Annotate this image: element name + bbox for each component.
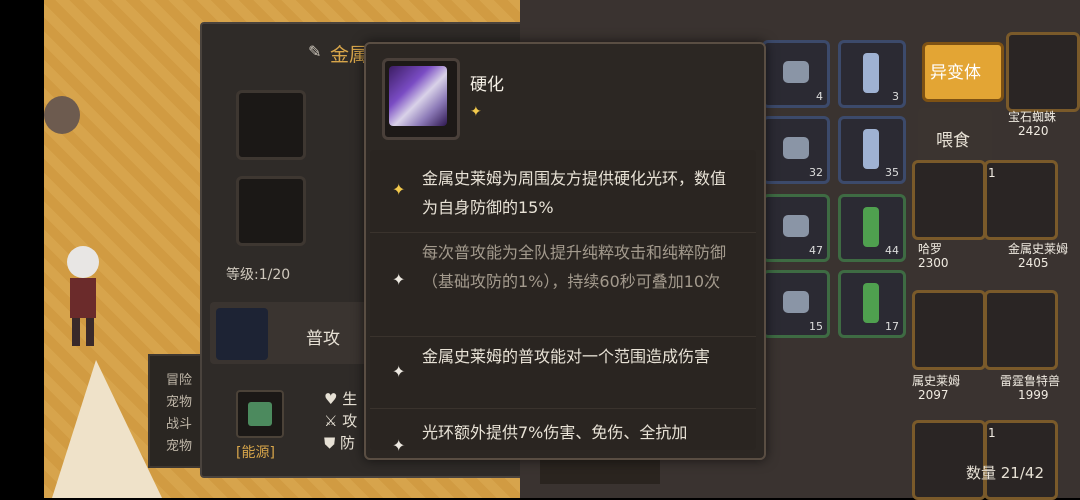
stat-atk: ⚔ 攻: [324, 410, 357, 432]
bottom-strip: [540, 458, 660, 484]
inventory-item[interactable]: 47: [762, 194, 830, 262]
shield-icon: ⛊: [324, 434, 336, 452]
screen-edge: [0, 0, 44, 498]
pet-card-power: 1999: [1018, 388, 1049, 402]
inventory-item[interactable]: 17: [838, 270, 906, 338]
pet-card[interactable]: [984, 290, 1058, 370]
gem-icon: [783, 61, 809, 83]
claw-icon: [216, 308, 268, 360]
inventory-item[interactable]: 15: [762, 270, 830, 338]
pet-card-name: 哈罗: [918, 242, 943, 256]
skill-line-text: 金属史莱姆的普攻能对一个范围造成伤害: [422, 347, 711, 366]
pet-card-power: 2097: [918, 388, 949, 402]
info-lines: 冒险 宠物 战斗 宠物: [166, 370, 192, 458]
stat-def: ⛊ 防: [324, 432, 357, 454]
item-count: 44: [885, 244, 899, 257]
gem-icon: [783, 291, 809, 313]
star-icon: ✦: [470, 104, 482, 120]
gem-icon: [783, 215, 809, 237]
skill-line-text: 金属史莱姆为周围友方提供硬化光环，数值为自身防御的15%: [422, 169, 727, 217]
pet-card-power: 2300: [918, 256, 949, 270]
skill-line-text: 光环额外提供7%伤害、免伤、全抗加: [422, 423, 688, 442]
potion-icon: [863, 283, 879, 323]
pet-card-level: 1: [988, 426, 996, 440]
pet-name: 金属: [330, 44, 369, 66]
gem-icon: [783, 137, 809, 159]
inventory-item[interactable]: 4: [762, 40, 830, 108]
pet-count: 数量 21/42: [966, 464, 1044, 482]
heart-icon: ♥: [324, 390, 338, 408]
stat-hp: ♥ 生: [324, 388, 357, 410]
item-count: 4: [816, 90, 823, 103]
item-count: 35: [885, 166, 899, 179]
inventory-item[interactable]: 32: [762, 116, 830, 184]
equipment-slot[interactable]: [236, 176, 306, 246]
pet-card[interactable]: [912, 290, 986, 370]
potion-icon: [863, 129, 879, 169]
pet-card-power: 2405: [1018, 256, 1049, 270]
stat-label: 攻: [342, 412, 358, 430]
inventory-item[interactable]: 44: [838, 194, 906, 262]
pet-card[interactable]: [912, 420, 986, 500]
energy-item-slot[interactable]: [236, 390, 284, 438]
sparkle-icon: ✦: [392, 270, 406, 289]
inventory-item[interactable]: 35: [838, 116, 906, 184]
pet-card-level: 1: [988, 166, 996, 180]
feed-label: 喂食: [936, 131, 970, 151]
info-line: 战斗: [166, 417, 193, 432]
attack-label: 普攻: [306, 329, 340, 349]
info-line: 宠物: [166, 439, 193, 454]
skill-title: 硬化: [470, 75, 504, 95]
mutate-label: 异变体: [930, 63, 981, 83]
sparkle-icon: ✦: [392, 180, 406, 199]
stat-label: 防: [340, 434, 356, 452]
pet-card-name: 金属史莱姆: [1008, 242, 1069, 256]
pet-card-name: 属史莱姆: [912, 374, 961, 388]
stat-label: 生: [342, 390, 358, 408]
item-count: 3: [892, 90, 899, 103]
item-count: 32: [809, 166, 823, 179]
sparkle-icon: ✦: [392, 436, 406, 455]
sparkle-icon: ✦: [392, 362, 406, 381]
equipment-slot[interactable]: [236, 90, 306, 160]
info-line: 冒险: [166, 373, 193, 388]
edit-name-icon[interactable]: ✎: [308, 42, 321, 61]
item-count: 15: [809, 320, 823, 333]
pet-card-name: 宝石蜘蛛: [1008, 110, 1057, 124]
pet-card[interactable]: [912, 160, 986, 240]
battery-icon: [248, 402, 272, 426]
rock-decoration: [44, 96, 80, 134]
pet-card[interactable]: [1006, 32, 1080, 112]
stat-list: ♥ 生 ⚔ 攻 ⛊ 防: [324, 388, 357, 454]
skill-line-text: 每次普攻能为全队提升纯粹攻击和纯粹防御（基础攻防的1%），持续60秒可叠加10次: [422, 243, 727, 291]
sword-icon: ⚔: [324, 412, 338, 430]
potion-icon: [863, 207, 879, 247]
item-count: 17: [885, 320, 899, 333]
pet-card-name: 雷霆鲁特兽: [1000, 374, 1061, 388]
energy-label: [能源]: [236, 445, 275, 461]
inventory-item[interactable]: 3: [838, 40, 906, 108]
pet-card-power: 2420: [1018, 124, 1049, 138]
item-count: 47: [809, 244, 823, 257]
info-line: 宠物: [166, 395, 193, 410]
pet-level: 等级:1/20: [226, 267, 291, 283]
harden-skill-icon: [389, 66, 447, 126]
potion-icon: [863, 53, 879, 93]
player-character: [67, 246, 99, 346]
